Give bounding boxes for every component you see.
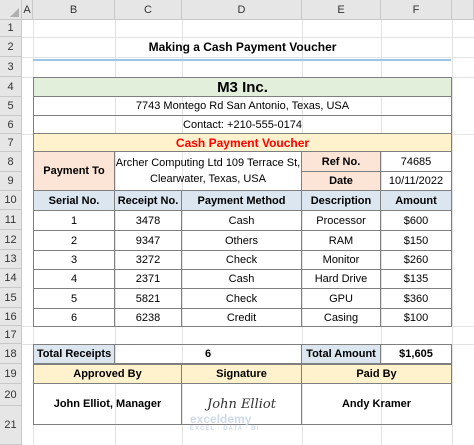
- table-cell-receipt[interactable]: 3272: [114, 250, 182, 270]
- col-header-blank: [452, 0, 474, 20]
- select-all-corner[interactable]: [0, 0, 22, 20]
- row-header-1[interactable]: 1: [0, 20, 22, 37]
- spreadsheet: A B C D E F 1 2 3 4 5 6 7 8 9 10 11 12 1…: [0, 0, 474, 445]
- payment-to-value[interactable]: Archer Computing Ltd 109 Terrace St, Cle…: [114, 151, 302, 191]
- table-cell-amount[interactable]: $100: [380, 308, 452, 327]
- watermark-brand: exceldemy: [190, 412, 252, 426]
- total-receipts-label[interactable]: Total Receipts: [33, 344, 115, 364]
- approved-by-label[interactable]: Approved By: [33, 364, 182, 384]
- total-amount-label[interactable]: Total Amount: [301, 344, 381, 364]
- table-cell-receipt[interactable]: 5821: [114, 288, 182, 309]
- row-header-20[interactable]: 20: [0, 384, 22, 406]
- col-header-c[interactable]: C: [115, 0, 182, 20]
- table-cell-amount[interactable]: $150: [380, 230, 452, 251]
- signature-label[interactable]: Signature: [181, 364, 302, 384]
- table-cell-serial[interactable]: 1: [33, 210, 115, 231]
- payment-to-line-2: Clearwater, Texas, USA: [150, 173, 266, 185]
- row-header-9[interactable]: 9: [0, 172, 22, 191]
- col-header-e[interactable]: E: [302, 0, 381, 20]
- row-header-19[interactable]: 19: [0, 364, 22, 384]
- table-cell-serial[interactable]: 3: [33, 250, 115, 270]
- table-cell-receipt[interactable]: 3478: [114, 210, 182, 231]
- company-address[interactable]: 7743 Montego Rd San Antonio, Texas, USA: [33, 96, 452, 116]
- voucher-title[interactable]: Cash Payment Voucher: [33, 133, 452, 152]
- row-header-5[interactable]: 5: [0, 97, 22, 116]
- title-underline: [33, 59, 451, 61]
- table-header-description[interactable]: Description: [301, 190, 381, 211]
- watermark-tagline: EXCEL · DATA · BI: [190, 426, 260, 432]
- date-value[interactable]: 10/11/2022: [380, 171, 452, 191]
- row-header-16[interactable]: 16: [0, 308, 22, 326]
- table-header-amount[interactable]: Amount: [380, 190, 452, 211]
- table-cell-description[interactable]: Casing: [301, 308, 381, 327]
- table-cell-method[interactable]: Cash: [181, 210, 302, 231]
- table-cell-serial[interactable]: 2: [33, 230, 115, 251]
- table-cell-description[interactable]: Monitor: [301, 250, 381, 270]
- col-header-d[interactable]: D: [182, 0, 302, 20]
- table-cell-method[interactable]: Others: [181, 230, 302, 251]
- row-header-18[interactable]: 18: [0, 344, 22, 364]
- table-cell-description[interactable]: Hard Drive: [301, 269, 381, 289]
- signature-handwriting: John Elliot: [207, 396, 276, 412]
- col-header-f[interactable]: F: [381, 0, 452, 20]
- sheet-title[interactable]: Making a Cash Payment Voucher: [33, 37, 452, 57]
- total-receipts-value[interactable]: 6: [114, 344, 302, 364]
- table-cell-receipt[interactable]: 2371: [114, 269, 182, 289]
- payment-to-label[interactable]: Payment To: [33, 151, 115, 191]
- company-contact[interactable]: Contact: +210-555-0174: [33, 115, 452, 134]
- ref-no-label[interactable]: Ref No.: [301, 151, 381, 172]
- row-header-21[interactable]: 21: [0, 406, 22, 445]
- row-header-11[interactable]: 11: [0, 210, 22, 230]
- paid-by-label[interactable]: Paid By: [301, 364, 452, 384]
- row-header-13[interactable]: 13: [0, 250, 22, 269]
- row-header-7[interactable]: 7: [0, 134, 22, 152]
- table-cell-receipt[interactable]: 6238: [114, 308, 182, 327]
- table-cell-serial[interactable]: 6: [33, 308, 115, 327]
- table-cell-amount[interactable]: $260: [380, 250, 452, 270]
- table-cell-method[interactable]: Cash: [181, 269, 302, 289]
- table-cell-description[interactable]: GPU: [301, 288, 381, 309]
- table-cell-method[interactable]: Check: [181, 250, 302, 270]
- table-cell-method[interactable]: Credit: [181, 308, 302, 327]
- table-cell-amount[interactable]: $360: [380, 288, 452, 309]
- payment-to-line-1: Archer Computing Ltd 109 Terrace St,: [115, 157, 301, 169]
- table-cell-method[interactable]: Check: [181, 288, 302, 309]
- table-cell-amount[interactable]: $600: [380, 210, 452, 231]
- row-header-14[interactable]: 14: [0, 269, 22, 288]
- table-header-serial[interactable]: Serial No.: [33, 190, 115, 211]
- approved-by-value[interactable]: John Elliot, Manager: [33, 383, 182, 425]
- row-header-6[interactable]: 6: [0, 116, 22, 134]
- row-header-15[interactable]: 15: [0, 288, 22, 308]
- row-header-17[interactable]: 17: [0, 326, 22, 344]
- table-header-method[interactable]: Payment Method: [181, 190, 302, 211]
- ref-no-value[interactable]: 74685: [380, 151, 452, 172]
- total-amount-value[interactable]: $1,605: [380, 344, 452, 364]
- col-header-b[interactable]: B: [33, 0, 115, 20]
- row-header-2[interactable]: 2: [0, 37, 22, 57]
- company-name[interactable]: M3 Inc.: [33, 77, 452, 97]
- row-header-12[interactable]: 12: [0, 230, 22, 250]
- col-header-a[interactable]: A: [22, 0, 33, 20]
- table-cell-serial[interactable]: 4: [33, 269, 115, 289]
- row-header-4[interactable]: 4: [0, 77, 22, 97]
- table-cell-description[interactable]: Processor: [301, 210, 381, 231]
- date-label[interactable]: Date: [301, 171, 381, 191]
- paid-by-value[interactable]: Andy Kramer: [301, 383, 452, 425]
- table-cell-serial[interactable]: 5: [33, 288, 115, 309]
- table-cell-amount[interactable]: $135: [380, 269, 452, 289]
- table-cell-receipt[interactable]: 9347: [114, 230, 182, 251]
- watermark-logo: exceldemy EXCEL · DATA · BI: [190, 412, 300, 436]
- table-cell-description[interactable]: RAM: [301, 230, 381, 251]
- row-header-8[interactable]: 8: [0, 152, 22, 172]
- table-header-receipt[interactable]: Receipt No.: [114, 190, 182, 211]
- row-header-3[interactable]: 3: [0, 57, 22, 77]
- row-header-10[interactable]: 10: [0, 191, 22, 210]
